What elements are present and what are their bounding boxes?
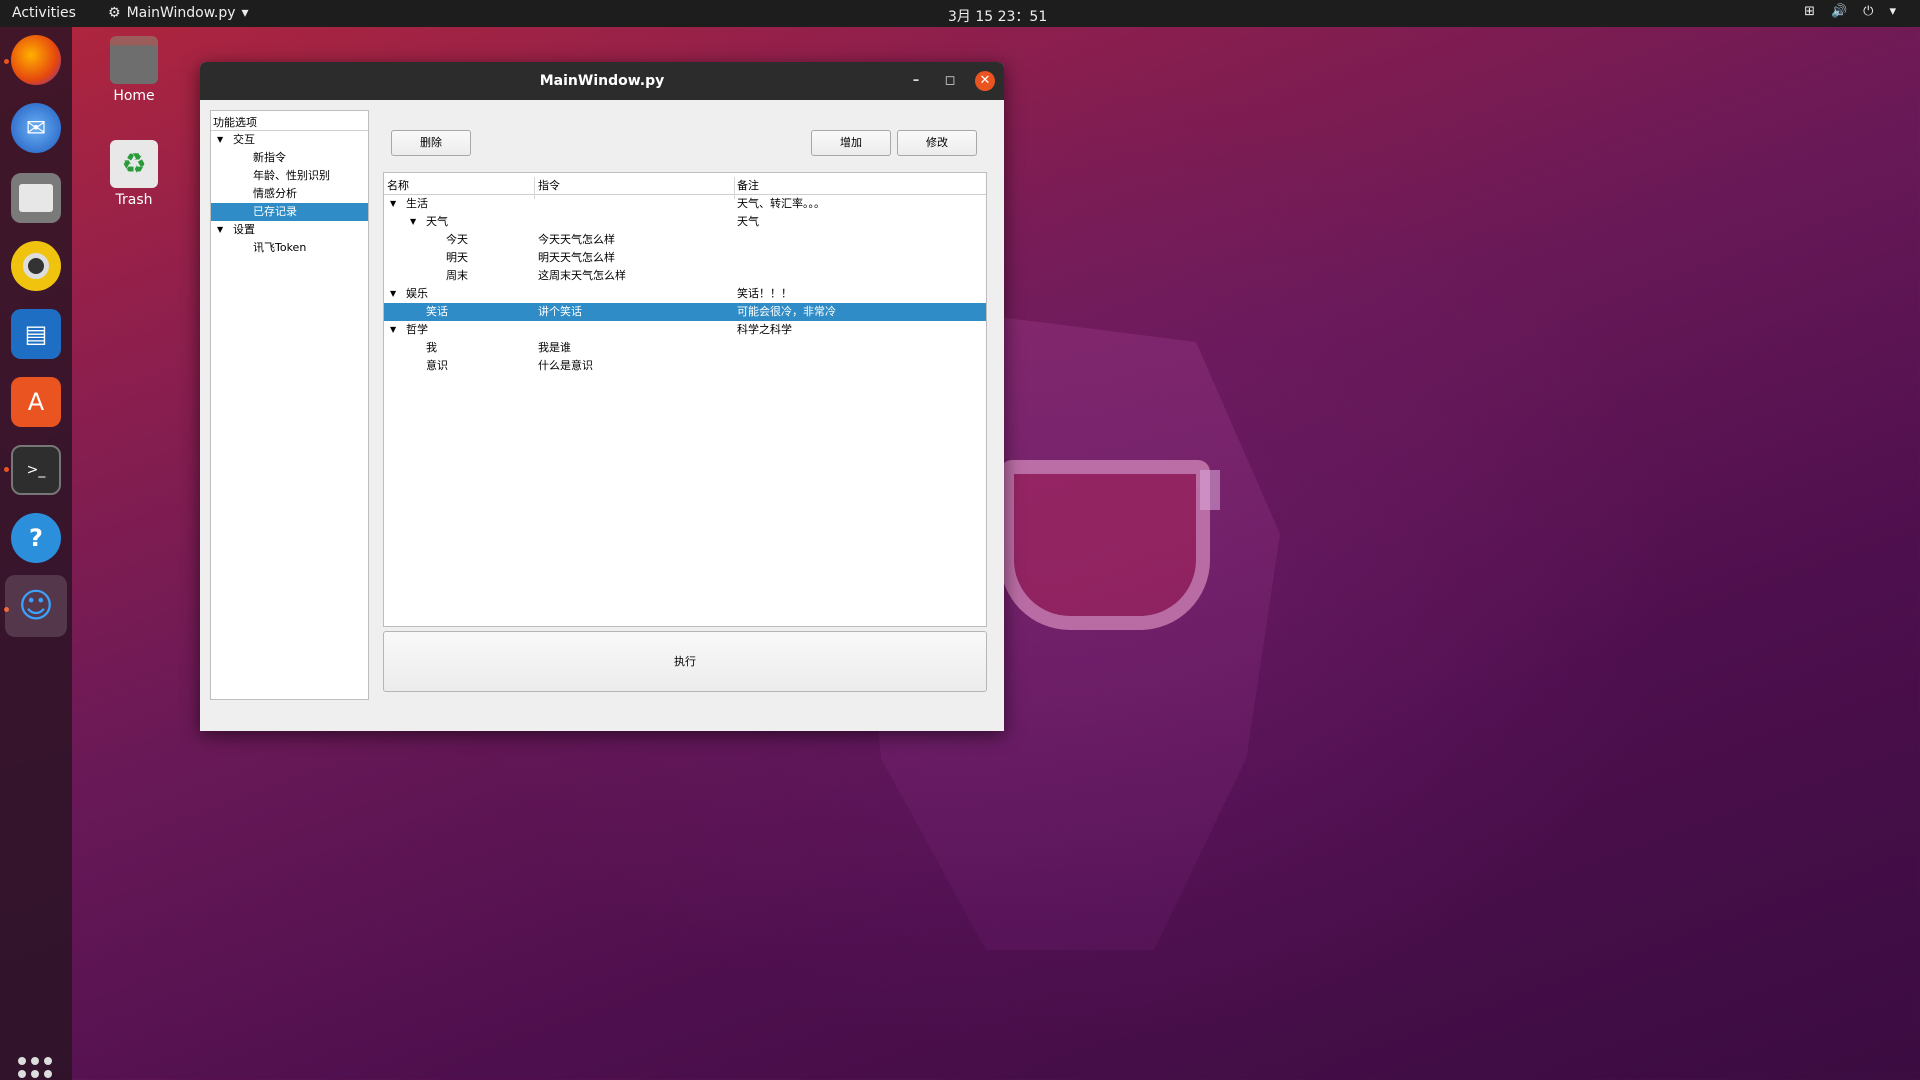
column-header-note[interactable]: 备注 <box>737 177 759 193</box>
tree-item-sentiment[interactable]: 情感分析 <box>211 185 368 203</box>
chevron-down-icon: ▾ <box>1889 4 1896 19</box>
table-row[interactable]: ▼ 天气 天气 <box>384 213 986 231</box>
column-header-command[interactable]: 指令 <box>538 177 560 193</box>
table-row[interactable]: 明天 明天天气怎么样 <box>384 249 986 267</box>
tree-item-xunfei-token[interactable]: 讯飞Token <box>211 239 368 257</box>
chevron-down-icon: ▾ <box>241 5 249 21</box>
activities-button[interactable]: Activities <box>12 5 76 21</box>
libreoffice-writer-icon[interactable]: ▤ <box>11 309 61 359</box>
firefox-icon[interactable] <box>11 35 61 85</box>
expand-arrow-icon[interactable]: ▼ <box>410 213 416 231</box>
add-button[interactable]: 增加 <box>811 130 891 156</box>
network-icon: ⊞ <box>1804 4 1815 19</box>
home-desktop-icon[interactable]: Home <box>89 36 179 104</box>
expand-arrow-icon[interactable]: ▼ <box>217 221 223 239</box>
table-header: 名称 指令 备注 <box>384 173 986 199</box>
dock: ✉ ▤ A >_ ? ☺ <box>0 27 72 1080</box>
app-icon: ⚙ <box>108 5 121 21</box>
expand-arrow-icon[interactable]: ▼ <box>390 195 396 213</box>
help-icon[interactable]: ? <box>11 513 61 563</box>
wallpaper-glasses-arm <box>1200 470 1220 510</box>
app-menu[interactable]: ⚙ MainWindow.py ▾ <box>108 5 249 21</box>
main-window: MainWindow.py – ◻ ✕ 功能选项 ▼ 交互 新指令 年龄、性别识… <box>200 62 1004 731</box>
wallpaper-glasses <box>1000 460 1210 630</box>
running-indicator <box>4 59 9 64</box>
delete-button[interactable]: 删除 <box>391 130 471 156</box>
tree-item-settings[interactable]: ▼ 设置 <box>211 221 368 239</box>
window-body: 功能选项 ▼ 交互 新指令 年龄、性别识别 情感分析 已存记录 ▼ 设置 讯飞T… <box>200 100 1004 731</box>
expand-arrow-icon[interactable]: ▼ <box>390 321 396 339</box>
column-header-name[interactable]: 名称 <box>387 177 409 193</box>
table-row[interactable]: ▼ 娱乐 笑话！！！ <box>384 285 986 303</box>
running-indicator <box>4 467 9 472</box>
close-button[interactable]: ✕ <box>975 71 995 91</box>
edit-button[interactable]: 修改 <box>897 130 977 156</box>
table-row[interactable]: ▼ 哲学 科学之科学 <box>384 321 986 339</box>
thunderbird-icon[interactable]: ✉ <box>11 103 61 153</box>
terminal-icon[interactable]: >_ <box>11 445 61 495</box>
tree-item-new-command[interactable]: 新指令 <box>211 149 368 167</box>
robot-app-icon[interactable]: ☺ <box>5 575 67 637</box>
system-tray[interactable]: ⊞ 🔊 ⏻ ▾ <box>1804 4 1896 19</box>
expand-arrow-icon[interactable]: ▼ <box>390 285 396 303</box>
power-icon: ⏻ <box>1863 4 1874 19</box>
trash-icon: ♻ <box>110 140 158 188</box>
tree-item-interaction[interactable]: ▼ 交互 <box>211 131 368 149</box>
table-row[interactable]: 我 我是谁 <box>384 339 986 357</box>
function-options-tree[interactable]: 功能选项 ▼ 交互 新指令 年龄、性别识别 情感分析 已存记录 ▼ 设置 讯飞T… <box>210 110 369 700</box>
window-title: MainWindow.py <box>539 73 665 89</box>
execute-button[interactable]: 执行 <box>383 631 987 692</box>
home-folder-icon <box>110 36 158 84</box>
tree-item-age-gender[interactable]: 年龄、性别识别 <box>211 167 368 185</box>
table-row[interactable]: 今天 今天天气怎么样 <box>384 231 986 249</box>
trash-desktop-icon[interactable]: ♻ Trash <box>89 140 179 208</box>
table-row-selected[interactable]: 笑话 讲个笑话 可能会很冷，非常冷 <box>384 303 986 321</box>
tree-header: 功能选项 <box>211 111 368 131</box>
records-tree-table[interactable]: 名称 指令 备注 ▼ 生活 天气、转汇率。。。 ▼ 天气 天气 今天 今天天气怎… <box>383 172 987 627</box>
tree-item-saved-records[interactable]: 已存记录 <box>211 203 368 221</box>
top-bar: Activities ⚙ MainWindow.py ▾ 3月 15 23：51… <box>0 0 1920 27</box>
table-row[interactable]: ▼ 生活 天气、转汇率。。。 <box>384 195 986 213</box>
table-row[interactable]: 周末 这周末天气怎么样 <box>384 267 986 285</box>
expand-arrow-icon[interactable]: ▼ <box>217 131 223 149</box>
clock[interactable]: 3月 15 23：51 <box>948 6 1047 26</box>
software-center-icon[interactable]: A <box>11 377 61 427</box>
trash-label: Trash <box>115 192 153 208</box>
show-applications-icon[interactable] <box>18 1057 52 1080</box>
table-row[interactable]: 意识 什么是意识 <box>384 357 986 375</box>
home-label: Home <box>113 88 155 104</box>
window-titlebar[interactable]: MainWindow.py – ◻ ✕ <box>200 62 1004 100</box>
app-menu-label: MainWindow.py <box>126 5 236 21</box>
rhythmbox-icon[interactable] <box>11 241 61 291</box>
volume-icon: 🔊 <box>1830 4 1848 19</box>
maximize-button[interactable]: ◻ <box>940 71 960 91</box>
minimize-button[interactable]: – <box>906 71 926 91</box>
files-icon[interactable] <box>11 173 61 223</box>
